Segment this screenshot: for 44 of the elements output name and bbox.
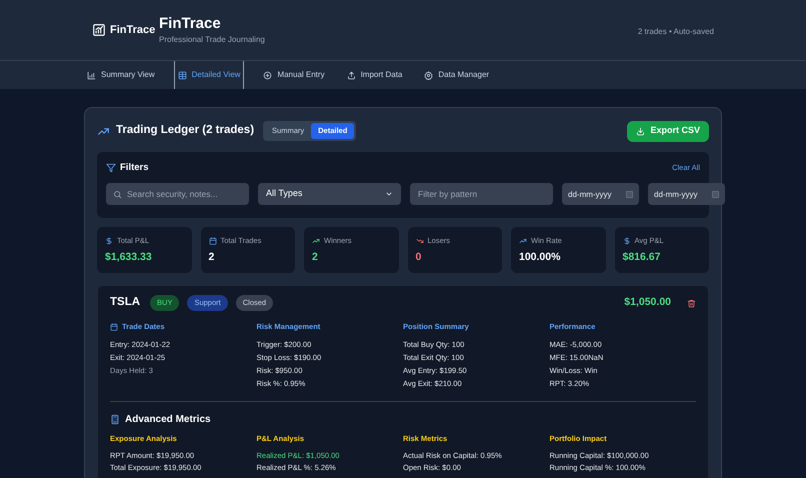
ledger-title: Trading Ledger (2 trades) <box>116 123 254 138</box>
search-icon <box>113 190 122 198</box>
upload-icon <box>346 70 356 80</box>
advanced-metrics-title: Advanced Metrics <box>125 413 211 427</box>
nav-tab[interactable]: Import Data <box>344 61 406 89</box>
logo-icon <box>92 23 106 37</box>
delete-icon[interactable] <box>687 298 696 308</box>
dollar-icon <box>105 236 113 245</box>
trend-up-icon <box>519 236 527 245</box>
settings-icon <box>424 70 434 80</box>
pattern-filter-field[interactable]: Filter by pattern <box>410 183 553 205</box>
date-field[interactable]: dd-mm-yyyy <box>562 183 639 205</box>
search-field[interactable]: Search security, notes... <box>106 183 249 205</box>
stat-value: $816.67 <box>622 250 662 266</box>
plus-circle-icon <box>263 70 272 80</box>
stat-value: 0 <box>416 250 422 266</box>
filter-icon <box>106 163 116 173</box>
chevron-down-icon <box>385 190 393 198</box>
trend-up-icon <box>312 236 320 245</box>
type-select[interactable]: All Types <box>258 183 401 205</box>
logo-text: FinTrace <box>110 22 156 38</box>
filters-title: Filters <box>120 160 149 175</box>
calendar-icon <box>110 323 118 331</box>
chart-icon <box>87 70 96 80</box>
save-status: 2 trades • Auto-saved <box>638 26 714 38</box>
app-title: FinTrace <box>159 14 222 34</box>
date-field[interactable]: dd-mm-yyyy <box>648 183 725 205</box>
nav-tab[interactable]: Detailed View <box>174 61 244 89</box>
stat-value: 2 <box>208 250 216 266</box>
stat-value: 100.00% <box>519 250 562 266</box>
trend-down-icon <box>416 236 424 245</box>
dollar-icon <box>622 236 630 245</box>
stat-value: 2 <box>312 250 319 266</box>
nav-tab[interactable]: Data Manager <box>421 61 492 89</box>
nav-tab[interactable]: Manual Entry <box>260 61 328 89</box>
trade-symbol: TSLA <box>110 295 140 310</box>
app-subtitle: Professional Trade Journaling <box>159 34 265 46</box>
stat-value: $1,633.33 <box>105 250 153 266</box>
nav-tab[interactable]: Summary View <box>84 61 158 89</box>
calculator-icon <box>110 414 120 425</box>
trade-pnl: $1,050.00 <box>624 295 671 310</box>
download-icon <box>636 126 646 136</box>
table-icon <box>178 70 187 80</box>
calendar-icon <box>208 236 216 245</box>
